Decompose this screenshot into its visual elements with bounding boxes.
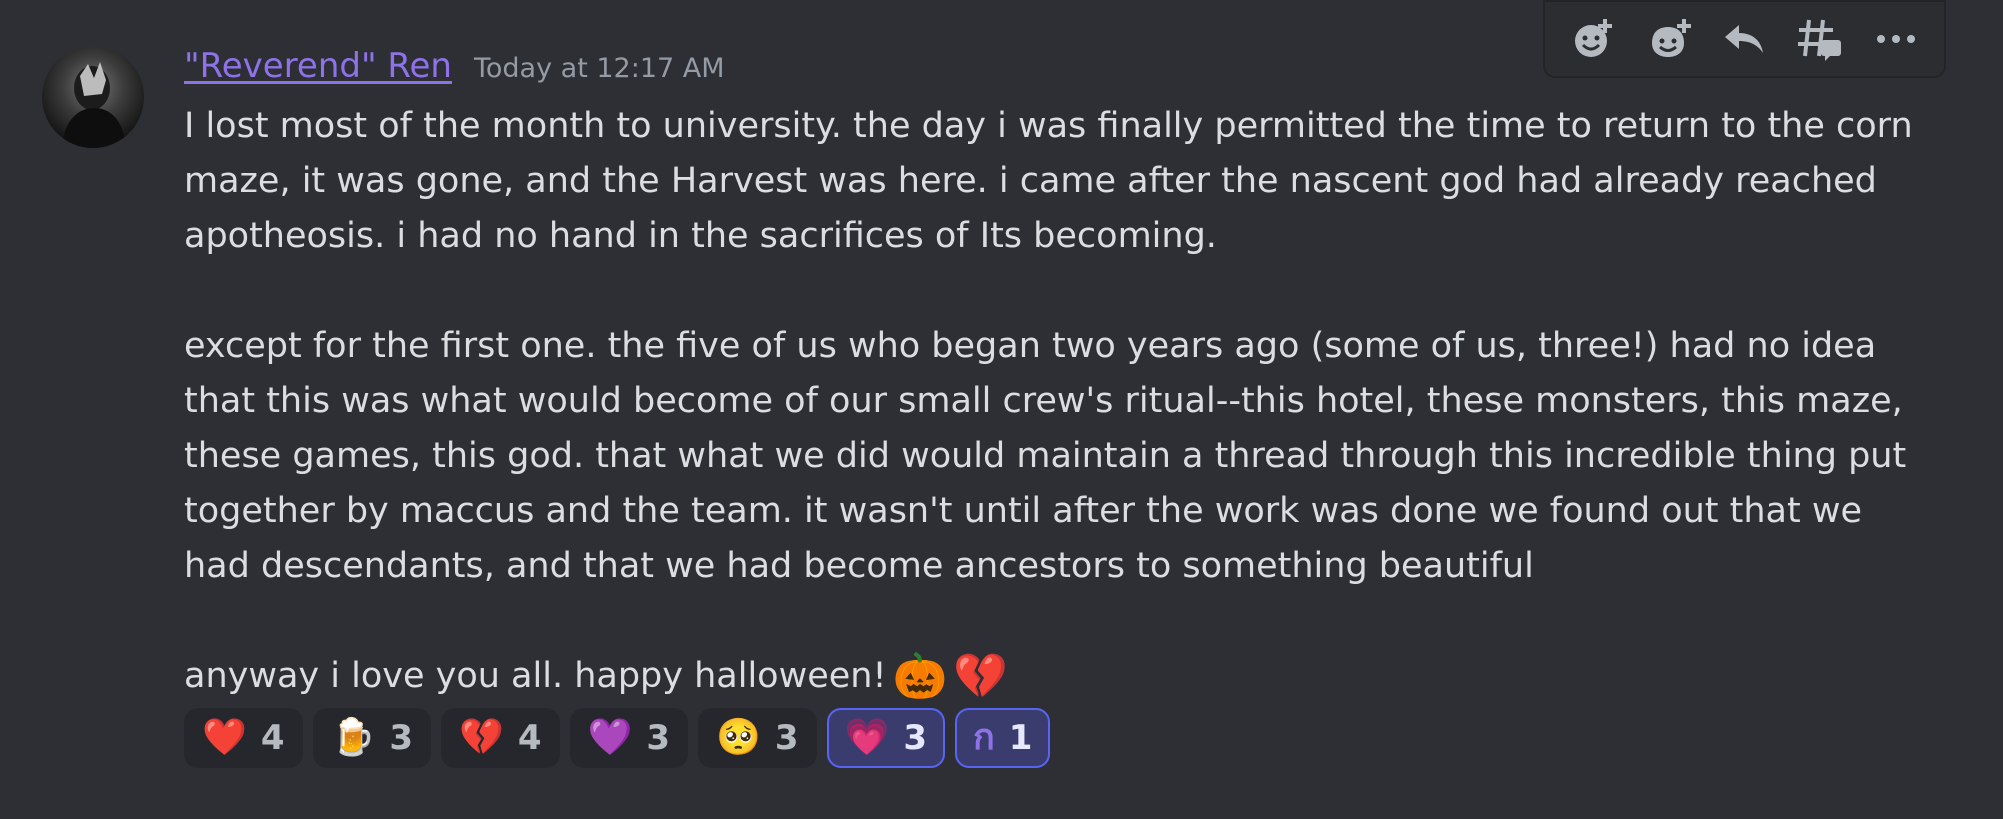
avatar-image: [42, 46, 144, 148]
message-line: apotheosis. i had no hand in the sacrifi…: [184, 216, 1217, 256]
create-thread-button[interactable]: [1791, 10, 1849, 68]
message-line-final: anyway i love you all. happy halloween! 🎃…: [184, 649, 1904, 704]
reply-icon: [1725, 25, 1764, 53]
reaction-pleading[interactable]: 🥺 3: [698, 708, 817, 768]
create-thread-icon: [1798, 19, 1842, 61]
reaction-count: 4: [260, 718, 285, 758]
reaction-custom[interactable]: ก 1: [955, 708, 1051, 768]
username[interactable]: "Reverend" Ren: [184, 46, 452, 86]
add-reaction-button[interactable]: [1640, 10, 1698, 68]
message-content: I lost most of the month to university. …: [184, 99, 1913, 704]
reaction-count: 3: [646, 718, 670, 758]
reaction-count: 1: [1008, 718, 1033, 758]
message-line: had descendants, and that we had become …: [184, 546, 1534, 586]
pleading-face-emoji: 🥺: [716, 717, 761, 758]
reaction-count: 3: [389, 718, 413, 758]
beer-emoji: 🍺: [330, 717, 376, 758]
reaction-broken-heart[interactable]: 💔 4: [441, 708, 560, 768]
timestamp[interactable]: Today at 12:17 AM: [474, 53, 725, 84]
message-line: I lost most of the month to university. …: [184, 106, 1913, 146]
message: "Reverend" Ren Today at 12:17 AM I lost …: [0, 0, 1986, 782]
add-super-reaction-button[interactable]: [1564, 10, 1622, 68]
message-header: "Reverend" Ren Today at 12:17 AM: [184, 46, 725, 96]
reactions-bar: ❤️ 4 🍺 3 💔 4 💜 3 🥺 3 💗 3 ก 1: [184, 708, 1051, 770]
red-heart-emoji: ❤️: [202, 717, 247, 758]
purple-heart-emoji: 💜: [587, 717, 633, 758]
pumpkin-emoji[interactable]: 🎃: [893, 655, 948, 699]
reaction-pink-heart[interactable]: 💗 3: [826, 708, 945, 768]
add-reaction-icon: [1651, 19, 1691, 57]
message-line: except for the first one. the five of us…: [184, 326, 1877, 366]
message-line: maze, it was gone, and the Harvest was h…: [184, 161, 1877, 201]
broken-heart-emoji: 💔: [459, 717, 504, 758]
more-button[interactable]: [1867, 10, 1925, 68]
message-toolbar: [1543, 0, 1946, 78]
reaction-count: 4: [517, 718, 542, 758]
message-line: together by maccus and the team. it wasn…: [184, 491, 1863, 531]
reaction-count: 3: [774, 718, 799, 758]
reaction-purple-heart[interactable]: 💜 3: [569, 708, 688, 768]
reaction-beer[interactable]: 🍺 3: [312, 708, 431, 768]
message-line: these games, this god. that what we did …: [184, 436, 1907, 476]
more-icon: [1877, 35, 1916, 43]
reply-button[interactable]: [1715, 10, 1773, 68]
broken-heart-emoji[interactable]: 💔: [953, 655, 1008, 699]
add-super-reaction-icon: [1574, 19, 1612, 57]
message-line-text: anyway i love you all. happy halloween!: [184, 656, 887, 696]
reaction-heart[interactable]: ❤️ 4: [184, 708, 303, 768]
pink-heart-emoji: 💗: [844, 717, 890, 758]
message-line: that this was what would become of our s…: [184, 381, 1903, 421]
custom-emoji: ก: [973, 717, 995, 758]
avatar[interactable]: [42, 46, 144, 148]
reaction-count: 3: [903, 718, 927, 758]
